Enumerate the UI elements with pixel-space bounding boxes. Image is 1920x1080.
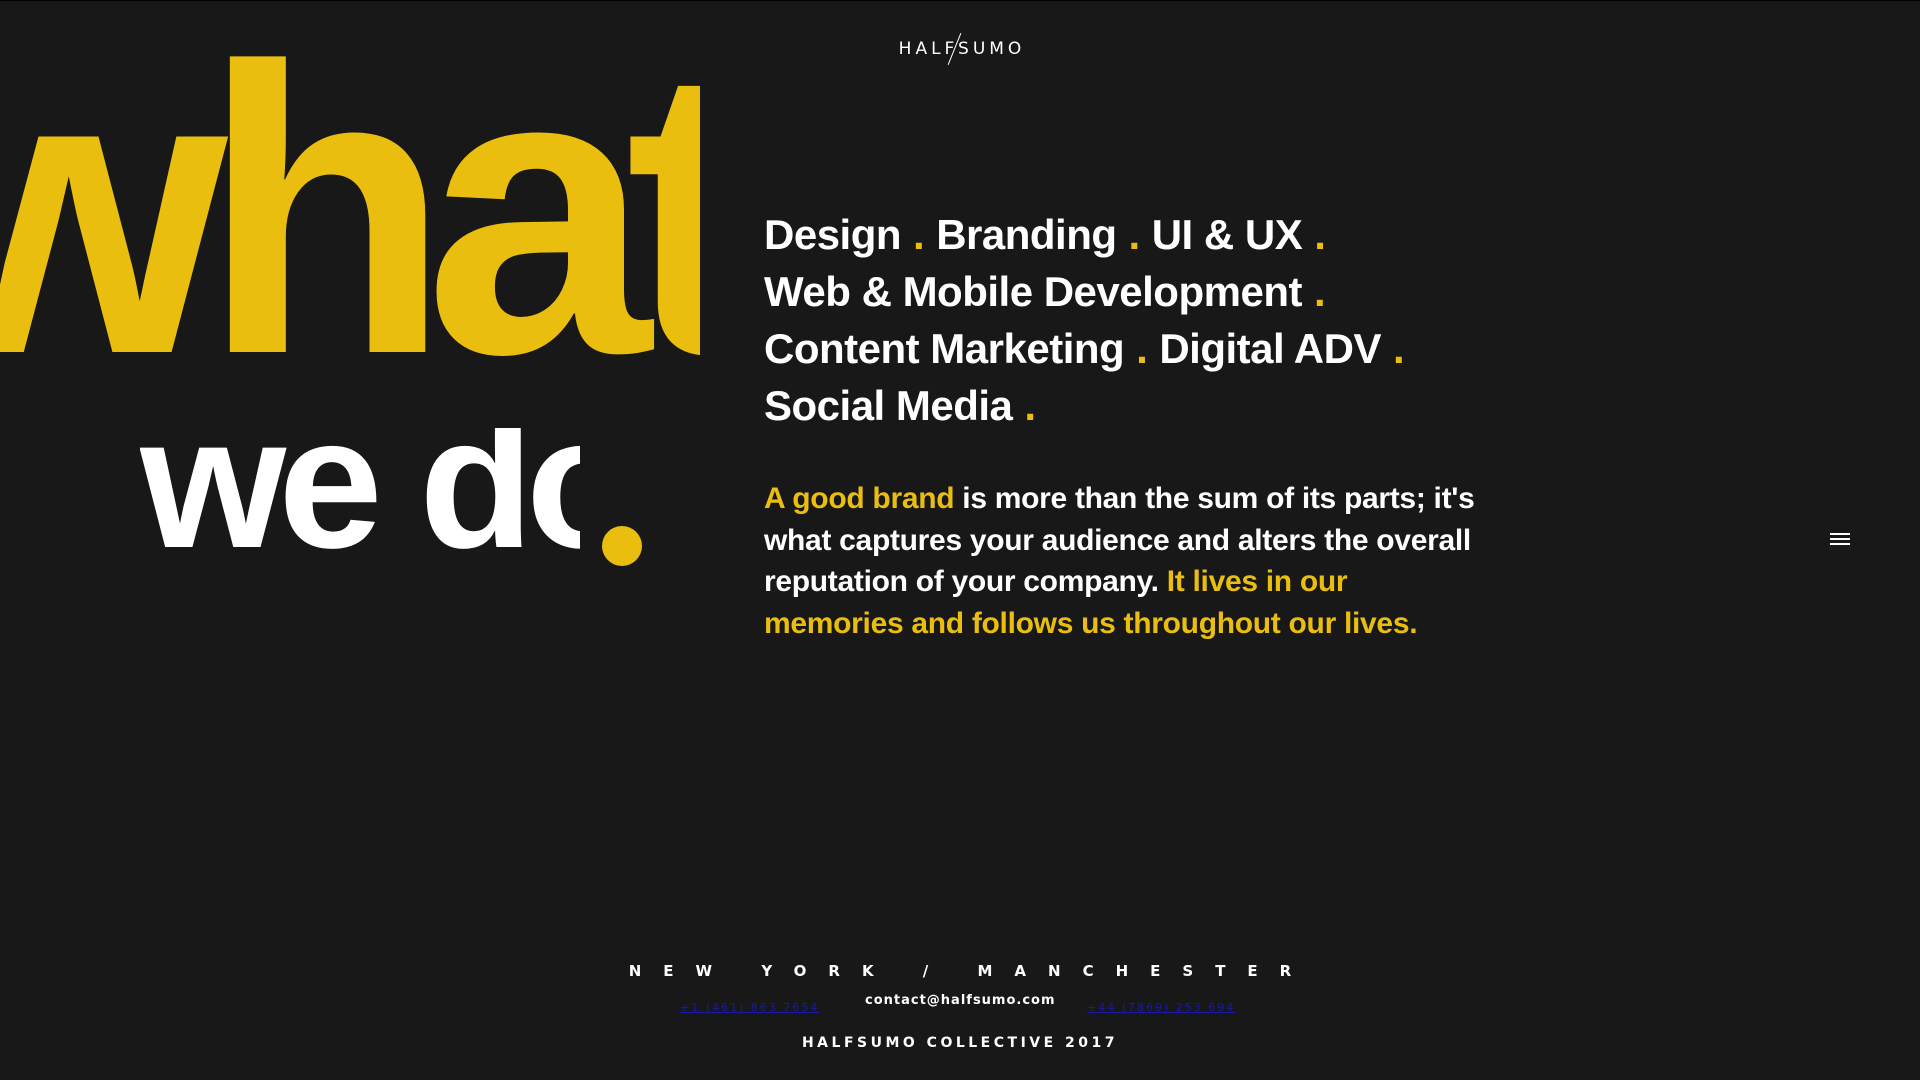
- hero-we-do-word: we do: [140, 428, 580, 568]
- footer-copyright: HALFSUMO COLLECTIVE 2017: [801, 1035, 1119, 1051]
- service-line: Social Media.: [764, 377, 1524, 434]
- hero-accent-dot: [602, 526, 642, 566]
- hamburger-menu-icon[interactable]: [1826, 528, 1854, 552]
- menu-bar-top: [1830, 533, 1850, 535]
- service-separator: .: [1313, 268, 1326, 315]
- service-item: Content Marketing: [764, 325, 1125, 372]
- logo[interactable]: HALFSUMO: [898, 33, 1026, 65]
- service-separator: .: [1392, 325, 1405, 372]
- hero-we-do-container: we do: [140, 428, 580, 568]
- intro-paragraph: A good brand is more than the sum of its…: [764, 478, 1484, 644]
- service-item: Branding: [936, 211, 1117, 258]
- service-item: Digital ADV: [1159, 325, 1381, 372]
- footer-cities: NEW YORK / MANCHESTER: [628, 962, 1314, 980]
- service-line: Design. Branding. UI & UX.: [764, 206, 1524, 263]
- service-line: Web & Mobile Development.: [764, 263, 1524, 320]
- service-separator: .: [913, 211, 925, 258]
- page: HALFSUMO what we do Design.Branding.UI &…: [0, 0, 1920, 1080]
- service-line: Content Marketing. Digital ADV.: [764, 320, 1524, 377]
- service-separator: .: [1314, 211, 1326, 258]
- service-item: Social Media: [764, 382, 1013, 429]
- service-separator: .: [1128, 211, 1141, 258]
- email-address[interactable]: contact@halfsumo.com: [865, 993, 1056, 1008]
- menu-bar-bottom: [1830, 543, 1850, 545]
- footer-contacts: +1 (461) 863 7654 contact@halfsumo.com +…: [680, 993, 1240, 1014]
- phone-link-uk[interactable]: +44 (7869) 253 694: [1087, 1001, 1235, 1014]
- hero-what-container: what: [0, 40, 700, 428]
- phone-link-us[interactable]: +1 (461) 863 7654: [680, 1001, 819, 1014]
- service-item: Design: [764, 211, 902, 258]
- menu-bar-middle: [1830, 538, 1850, 540]
- hero-what-word: what: [0, 40, 700, 428]
- service-separator: .: [1136, 325, 1148, 372]
- service-item: Web & Mobile Development: [764, 268, 1302, 315]
- intro-highlight-1: A good brand: [764, 482, 955, 515]
- service-separator: .: [1024, 382, 1036, 429]
- service-item: UI & UX: [1151, 211, 1303, 258]
- top-divider: [0, 0, 1920, 1]
- services-list: Design. Branding. UI & UX. Web & Mobile Dev…: [764, 206, 1524, 434]
- logo-text: HALFSUMO: [898, 39, 1026, 59]
